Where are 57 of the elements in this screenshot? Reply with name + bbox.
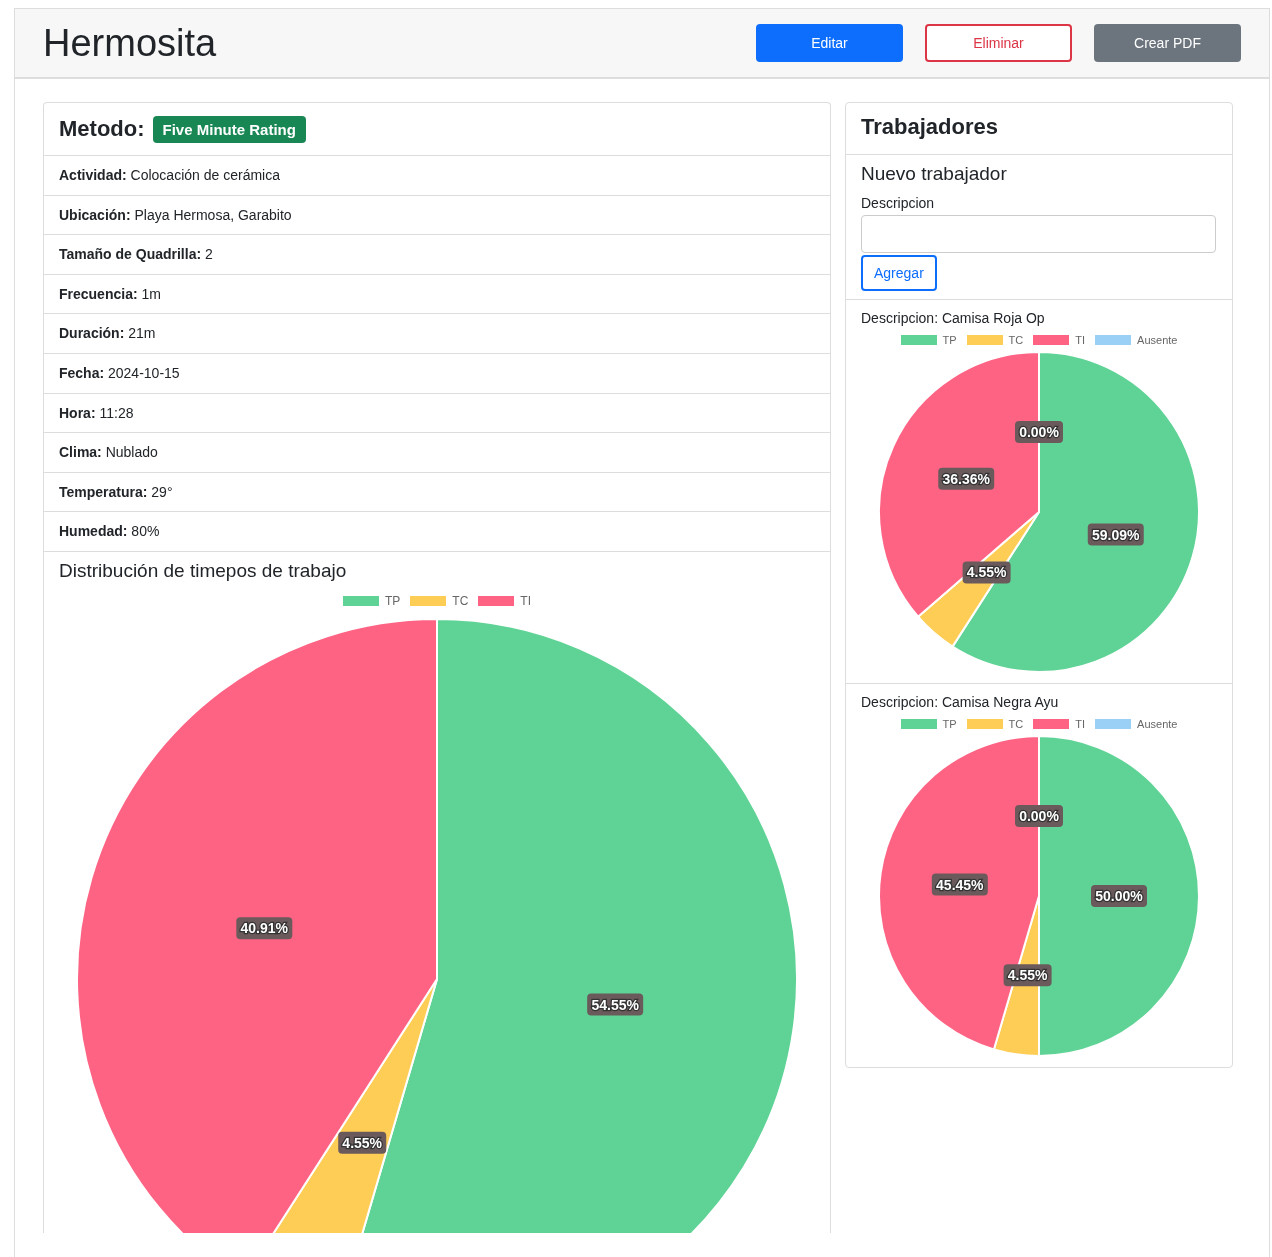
value-label: 4.55% <box>338 1131 387 1154</box>
value-label: 54.55% <box>587 993 644 1016</box>
card-title: Trabajadores <box>846 103 1232 155</box>
pdf-button[interactable]: Crear PDF <box>1094 24 1241 62</box>
legend-swatch <box>1033 335 1070 345</box>
value-label: 50.00% <box>1091 885 1147 907</box>
legend-swatch <box>1033 719 1070 729</box>
worker-description: Descripcion: Camisa Roja Op <box>861 310 1046 326</box>
detail-row: Ubicación: Playa Hermosa, Garabito <box>44 195 830 236</box>
detail-row: Tamaño de Quadrilla: 2 <box>44 235 830 275</box>
value-label: 40.91% <box>236 917 293 940</box>
edit-button[interactable]: Editar <box>756 24 903 62</box>
field-label: Descripcion <box>861 195 936 211</box>
legend-label: Ausente <box>1137 718 1178 730</box>
detail-row: Actividad: Colocación de cerámica <box>44 156 830 196</box>
delete-button[interactable]: Eliminar <box>925 24 1072 62</box>
legend-label: TI <box>1075 718 1086 730</box>
value-label: 36.36% <box>938 467 995 490</box>
method-badge: Five Minute Rating <box>152 115 306 143</box>
detail-row: Hora: 11:28 <box>44 393 830 434</box>
legend-label: TI <box>1075 334 1086 346</box>
description-field[interactable] <box>861 215 1216 253</box>
page-title: Hermosita <box>43 21 217 65</box>
worker-description: Descripcion: Camisa Negra Ayu <box>861 694 1060 710</box>
legend-swatch <box>900 335 937 345</box>
detail-row: Frecuencia: 1m <box>44 274 830 315</box>
value-label: 4.55% <box>962 561 1011 584</box>
legend-label: TI <box>520 593 531 608</box>
detail-row: Temperatura: 29° <box>44 472 830 513</box>
detail-row: Clima: Nublado <box>44 433 830 473</box>
value-label: 4.55% <box>1003 964 1052 987</box>
form-title: Nuevo trabajador <box>861 163 1008 185</box>
legend-swatch <box>478 595 515 606</box>
legend-label: TC <box>1008 334 1024 346</box>
legend-swatch <box>966 719 1003 729</box>
legend-label: Ausente <box>1137 334 1178 346</box>
add-button[interactable]: Agregar <box>861 255 937 291</box>
legend-label: TP <box>942 334 957 346</box>
legend-label: TC <box>452 593 469 608</box>
legend-swatch <box>1095 719 1132 729</box>
data-label: 59.09% <box>1092 526 1141 543</box>
legend-swatch <box>343 595 379 606</box>
data-label: 45.45% <box>936 876 985 893</box>
detail-row: Duración: 21m <box>44 314 830 354</box>
legend-swatch <box>900 719 937 729</box>
legend-label: TC <box>1008 718 1024 730</box>
detail-row: Humedad: 80% <box>44 512 830 552</box>
detail-row: Fecha: 2024-10-15 <box>44 353 830 394</box>
chart-title: Distribución de timepos de trabajo <box>59 559 348 582</box>
method-label: Metodo: <box>59 116 145 142</box>
legend-swatch <box>966 335 1003 345</box>
legend-swatch <box>1095 335 1132 345</box>
legend-label: TP <box>385 593 401 608</box>
legend-swatch <box>410 595 447 606</box>
legend-label: TP <box>942 718 957 730</box>
value-label: 0.00% <box>1015 421 1063 443</box>
value-label: 0.00% <box>1015 805 1063 827</box>
